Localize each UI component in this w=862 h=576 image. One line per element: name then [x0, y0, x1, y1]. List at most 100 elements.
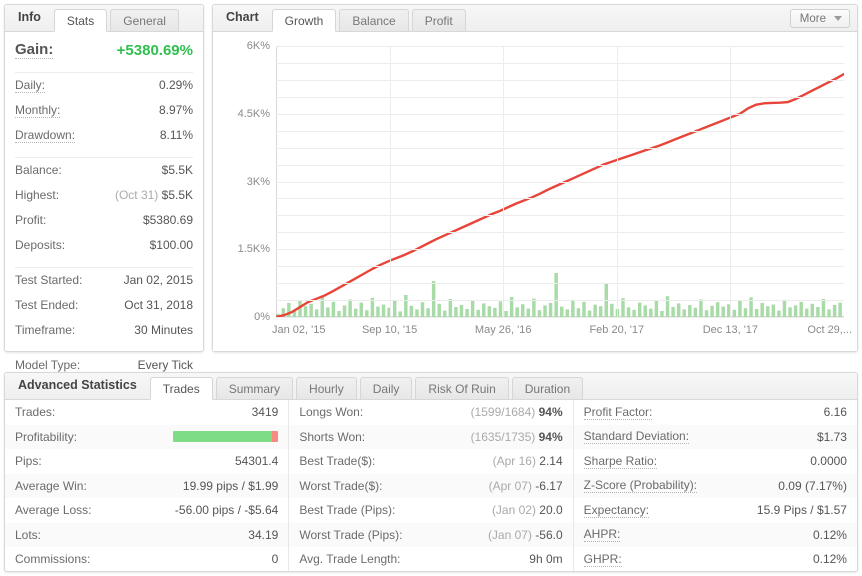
stat-label: Pips:: [15, 454, 42, 469]
volume-bars: [276, 273, 842, 317]
daily-value: 0.29%: [158, 78, 193, 92]
stat-row: Pips: 54301.4: [5, 449, 288, 474]
tab-growth[interactable]: Growth: [271, 9, 337, 32]
stat-number: -56.00 pips / -$5.64: [174, 503, 279, 518]
stat-label[interactable]: Profit Factor:: [583, 405, 653, 420]
stat-value: 6.16: [824, 405, 847, 419]
stat-number: 0.12%: [812, 527, 847, 542]
grid-line-vertical: [616, 46, 618, 317]
stat-number: 3419: [251, 405, 279, 420]
stat-label: Shorts Won:: [299, 429, 366, 444]
y-axis-tick-label: 0%: [254, 311, 270, 323]
stat-number: $1.73: [816, 429, 847, 444]
grid-line-horizontal: [276, 249, 844, 251]
x-axis-tick-label: May 26, '16: [474, 324, 532, 336]
stat-label: Longs Won:: [299, 405, 364, 420]
stat-label[interactable]: Standard Deviation:: [583, 429, 690, 445]
stat-row: Standard Deviation: $1.73: [573, 424, 857, 449]
grid-line-horizontal: [276, 46, 844, 47]
x-axis-tick-label: Dec 13, '17: [702, 324, 759, 336]
row-profit: Profit: $5380.69: [15, 213, 193, 238]
stat-label[interactable]: Sharpe Ratio:: [583, 454, 658, 469]
stat-number: 94%: [538, 405, 563, 420]
stat-number: 9h 0m: [529, 552, 563, 567]
tab-hourly[interactable]: Hourly: [296, 377, 357, 399]
more-button[interactable]: More: [789, 9, 850, 28]
drawdown-label: Drawdown:: [15, 128, 76, 143]
tab-risk-of-ruin[interactable]: Risk Of Ruin: [415, 377, 509, 399]
stat-number: 34.19: [248, 527, 279, 542]
app-root: Info Stats General Gain: +5380.69% Daily…: [0, 0, 862, 576]
grid-line-horizontal: [276, 232, 844, 234]
stat-label: Commissions:: [15, 552, 91, 567]
grid-line-horizontal: [276, 164, 844, 166]
stat-value: 9h 0m: [529, 552, 562, 566]
stat-value: (1635/1735) 94%: [471, 430, 563, 444]
stat-number: 0: [271, 552, 279, 567]
chevron-down-icon: [834, 16, 842, 21]
tab-general[interactable]: General: [110, 9, 179, 31]
chart-tabbar: Chart Growth Balance Profit More: [213, 5, 857, 32]
stat-note: (Jan 07): [487, 527, 536, 542]
drawdown-value: 8.11%: [159, 128, 193, 142]
row-test-ended: Test Ended: Oct 31, 2018: [15, 298, 193, 323]
grid-line-horizontal: [276, 130, 844, 132]
tab-balance[interactable]: Balance: [339, 9, 409, 31]
x-axis-tick-label: Oct 29,...: [807, 324, 853, 336]
stat-value: 19.99 pips / $1.99: [183, 479, 278, 493]
stat-value: 34.19: [248, 528, 278, 542]
tab-daily[interactable]: Daily: [359, 377, 413, 399]
stat-label[interactable]: Z-Score (Probability):: [583, 478, 698, 494]
tab-summary-label: Summary: [228, 382, 281, 396]
tab-stats[interactable]: Stats: [53, 9, 108, 32]
stat-label[interactable]: Expectancy:: [583, 503, 650, 518]
grid-line-horizontal: [276, 198, 844, 200]
stats-column-trades: Trades: 3419 Profitability: Pips: 54301.4 Ave…: [5, 400, 289, 571]
stat-row: Z-Score (Probability): 0.09 (7.17%): [573, 473, 857, 498]
y-axis-tick-label: 4.5K%: [237, 107, 270, 120]
test-ended-label: Test Ended:: [15, 298, 79, 312]
stat-value: -56.00 pips / -$5.64: [175, 503, 278, 517]
stat-label: Average Loss:: [15, 503, 92, 518]
stat-label[interactable]: AHPR:: [583, 527, 621, 543]
stat-row: GHPR: 0.12%: [574, 547, 857, 572]
highest-amount: $5.5K: [161, 188, 193, 202]
profitability-bar: [173, 431, 279, 443]
tab-duration[interactable]: Duration: [511, 377, 584, 399]
grid-line-horizontal: [276, 147, 844, 149]
stats-column-performance: Longs Won: (1599/1684) 94% Shorts Won: (163…: [288, 400, 573, 572]
stat-row: Longs Won: (1599/1684) 94%: [289, 400, 572, 425]
stat-label[interactable]: GHPR:: [583, 552, 622, 567]
x-axis-tick-label: Jan 02, '15: [272, 324, 326, 336]
tab-summary[interactable]: Summary: [215, 377, 294, 399]
stat-number: 0.09 (7.17%): [778, 478, 847, 493]
highest-label: Highest:: [15, 188, 60, 202]
stat-label: Profitability:: [15, 429, 78, 444]
divider-3: [15, 267, 193, 268]
stat-number: 0.0000: [810, 454, 847, 469]
stat-row: Trades: 3419: [5, 400, 288, 425]
chart-panel: Chart Growth Balance Profit More 0% 1.5K%…: [212, 4, 858, 352]
test-started-value: Jan 02, 2015: [123, 273, 193, 287]
profitability-loss-segment: [272, 431, 279, 443]
grid-line-horizontal: [276, 79, 844, 81]
stat-value: [173, 431, 279, 443]
tab-stats-label: Stats: [66, 14, 95, 28]
info-panel: Info Stats General Gain: +5380.69% Daily…: [4, 4, 204, 407]
tab-duration-label: Duration: [524, 382, 571, 396]
tab-trades[interactable]: Trades: [149, 377, 213, 400]
stat-row: Avg. Trade Length: 9h 0m: [289, 547, 572, 572]
profit-value: $5380.69: [142, 213, 193, 227]
stat-label: Worst Trade (Pips):: [299, 527, 403, 542]
info-panel-title: Info: [18, 10, 41, 24]
profit-label: Profit:: [15, 213, 47, 227]
stat-number: 2.14: [539, 454, 563, 469]
row-balance: Balance: $5.5K: [15, 163, 193, 188]
tab-profit-label: Profit: [424, 14, 453, 28]
row-monthly: Monthly: 8.97%: [15, 103, 193, 128]
gain-label: Gain:: [15, 41, 54, 59]
stats-column-ratios: Profit Factor: 6.16 Standard Deviation: $1.…: [572, 400, 857, 572]
stat-note: (1635/1735): [470, 429, 539, 444]
tab-profit[interactable]: Profit: [411, 9, 466, 31]
stat-value: 0.12%: [813, 528, 847, 542]
